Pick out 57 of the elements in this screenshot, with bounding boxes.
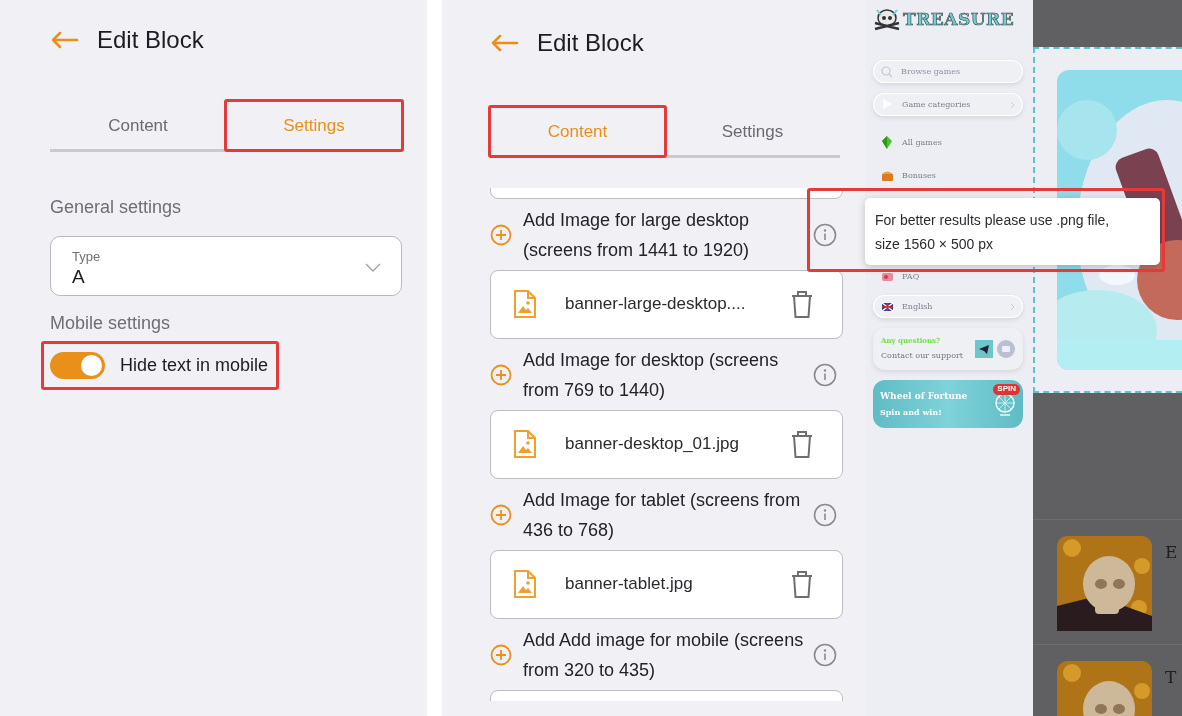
search-icon — [881, 65, 893, 78]
search-field[interactable]: Browse games — [873, 60, 1023, 83]
section-heading: Mobile settings — [50, 311, 172, 335]
wheel-icon — [994, 392, 1016, 416]
image-file-icon — [513, 289, 537, 319]
upload-label: Add Image for large desktop (screens from 1441 to 1920) — [523, 208, 751, 262]
back-arrow-icon[interactable] — [50, 30, 80, 50]
gem-icon — [881, 136, 894, 149]
add-icon[interactable] — [490, 363, 512, 386]
tab[interactable]: Settings — [665, 109, 840, 158]
upload-label: Add Image for tablet (screens from 436 to 768) — [523, 488, 802, 542]
add-icon[interactable] — [490, 503, 512, 526]
info-icon[interactable] — [813, 502, 837, 527]
info-icon[interactable] — [813, 362, 837, 387]
file-name: banner-desktop_01.jpg — [565, 433, 740, 456]
logo-text: TREASURE — [903, 8, 1015, 32]
game-title: E — [1165, 541, 1178, 564]
skull-logo-icon — [873, 7, 901, 33]
type-select[interactable]: Type A — [50, 235, 402, 296]
panel-title: Edit Block — [97, 25, 204, 55]
chevron-right-icon — [1010, 100, 1015, 109]
image-file-icon — [513, 429, 537, 459]
menu-item[interactable]: English — [873, 295, 1023, 318]
file-name: banner-large-desktop.... — [565, 293, 747, 316]
menu-item[interactable]: All games — [873, 126, 1023, 159]
toggle-switch[interactable] — [50, 351, 105, 379]
section-heading: General settings — [50, 195, 183, 219]
tooltip: For better results please use .png file, size 1560 × 500 px — [865, 198, 1160, 265]
menu-item[interactable]: Game categories — [873, 93, 1023, 116]
file-name: banner-tablet.jpg — [565, 573, 694, 596]
promo-subtitle: Spin and win! — [880, 406, 943, 419]
add-icon[interactable] — [490, 223, 512, 246]
toggle-label: Hide text in mobile — [120, 353, 269, 377]
trash-icon[interactable] — [790, 569, 814, 599]
tab[interactable]: Content — [490, 109, 665, 158]
image-file-icon — [513, 569, 537, 599]
chest-icon — [881, 169, 894, 182]
upload-label: Add Image for desktop (screens from 769 to 1440) — [523, 348, 780, 402]
tab[interactable]: Content — [50, 103, 226, 152]
info-icon[interactable] — [813, 222, 837, 247]
info-icon[interactable] — [813, 642, 837, 667]
game-title: T — [1165, 666, 1177, 689]
menu-item[interactable]: Bonuses — [873, 159, 1023, 192]
spin-badge: SPIN — [993, 384, 1020, 395]
tab[interactable]: Settings — [226, 103, 402, 152]
trash-icon[interactable] — [790, 289, 814, 319]
add-icon[interactable] — [490, 643, 512, 666]
flag-icon — [881, 300, 894, 313]
chevron-right-icon — [1010, 302, 1015, 311]
panel-title: Edit Block — [537, 28, 644, 58]
promo-title: Wheel of Fortune — [880, 389, 968, 403]
support-subtitle: Contact our support — [881, 349, 963, 362]
chevron-down-icon — [365, 263, 381, 273]
upload-label: Add Add image for mobile (screens from 320 to 435) — [523, 628, 805, 682]
telegram-icon[interactable] — [975, 340, 993, 358]
back-arrow-icon[interactable] — [490, 33, 520, 53]
trash-icon[interactable] — [790, 429, 814, 459]
